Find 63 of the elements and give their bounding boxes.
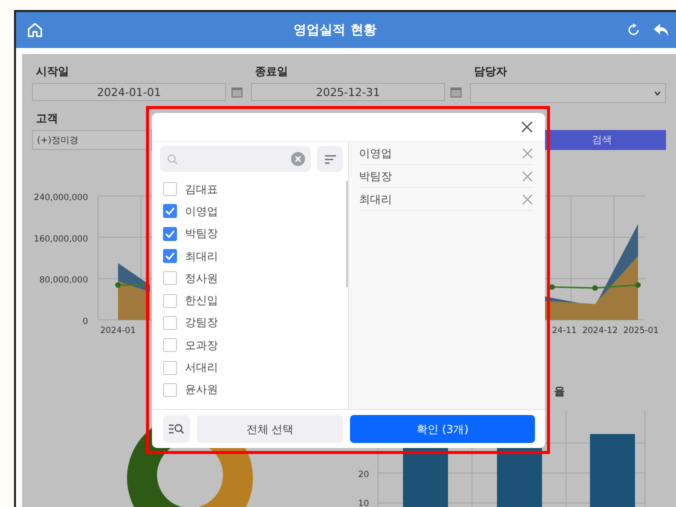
axis-label: 10 (358, 499, 369, 507)
option-row[interactable]: 윤사원 (163, 378, 348, 401)
bar (497, 448, 542, 507)
field-label: 시작일 (35, 64, 70, 79)
option-row[interactable]: 서대리 (163, 356, 348, 379)
calendar-icon[interactable] (231, 86, 243, 98)
date-field[interactable]: 2024-01-01 (32, 83, 226, 101)
checkbox[interactable] (163, 204, 177, 218)
sort-button[interactable] (317, 146, 343, 172)
date-field[interactable]: 2025-12-31 (251, 83, 445, 101)
checkbox[interactable] (163, 182, 177, 196)
close-icon[interactable] (521, 121, 533, 133)
option-row[interactable]: 이영업 (163, 200, 348, 223)
list-search-icon (168, 423, 185, 435)
selected-item: 이영업 (359, 146, 392, 160)
remove-icon[interactable] (522, 170, 533, 182)
chevron-down-icon (654, 90, 661, 96)
checkbox[interactable] (163, 294, 177, 308)
filter-search-button[interactable] (163, 415, 190, 443)
axis-label: 160,000,000 (34, 234, 88, 244)
select-all-button[interactable]: 전체 선택 (197, 415, 343, 443)
option-row[interactable]: 최대리 (163, 244, 348, 268)
bar (403, 448, 448, 507)
checkbox[interactable] (163, 271, 177, 286)
option-row[interactable]: 강팀장 (163, 312, 348, 334)
axis-label: 240,000,000 (34, 193, 88, 203)
checkbox[interactable] (163, 360, 177, 375)
page-title: 영업실적 현황 (292, 22, 378, 39)
field-label: 고객 (35, 111, 59, 126)
axis-label: 2024-12 (582, 326, 618, 336)
checkbox[interactable] (163, 338, 177, 352)
option-row[interactable]: 오과장 (163, 334, 348, 356)
confirm-button[interactable]: 확인 (3개) (350, 415, 535, 443)
field-label: 종료일 (254, 64, 289, 79)
axis-label: 24-11 (552, 326, 577, 336)
option-row[interactable]: 정사원 (163, 267, 348, 290)
clear-icon[interactable] (291, 152, 305, 166)
checkbox[interactable] (163, 226, 177, 241)
checkbox[interactable] (163, 316, 177, 330)
axis-label: 80,000,000 (39, 276, 88, 286)
chart-title: 율 (554, 385, 565, 398)
axis-label: 20 (358, 470, 369, 480)
option-row[interactable]: 한신입 (163, 289, 348, 312)
remove-icon[interactable] (522, 148, 533, 158)
axis-label: 2025-01 (623, 326, 659, 336)
checkbox[interactable] (163, 249, 177, 264)
option-row[interactable]: 박팀장 (163, 222, 348, 245)
search-icon (167, 154, 178, 164)
sort-icon (324, 154, 336, 164)
remove-icon[interactable] (522, 194, 533, 204)
customer-field[interactable]: (+)정미경 (32, 130, 152, 150)
selected-item: 박팀장 (359, 168, 392, 184)
scrollbar[interactable] (346, 181, 348, 287)
search-field[interactable] (160, 146, 311, 172)
option-row[interactable]: 김대표 (163, 178, 348, 200)
home-icon[interactable] (26, 21, 44, 39)
selected-item: 최대리 (359, 192, 392, 206)
manager-dropdown[interactable] (470, 83, 666, 103)
axis-label: 2024-01 (100, 326, 136, 336)
calendar-icon[interactable] (450, 86, 462, 98)
checkbox[interactable] (163, 382, 177, 397)
axis-label: 0 (82, 316, 88, 327)
field-label: 담당자 (473, 64, 508, 79)
